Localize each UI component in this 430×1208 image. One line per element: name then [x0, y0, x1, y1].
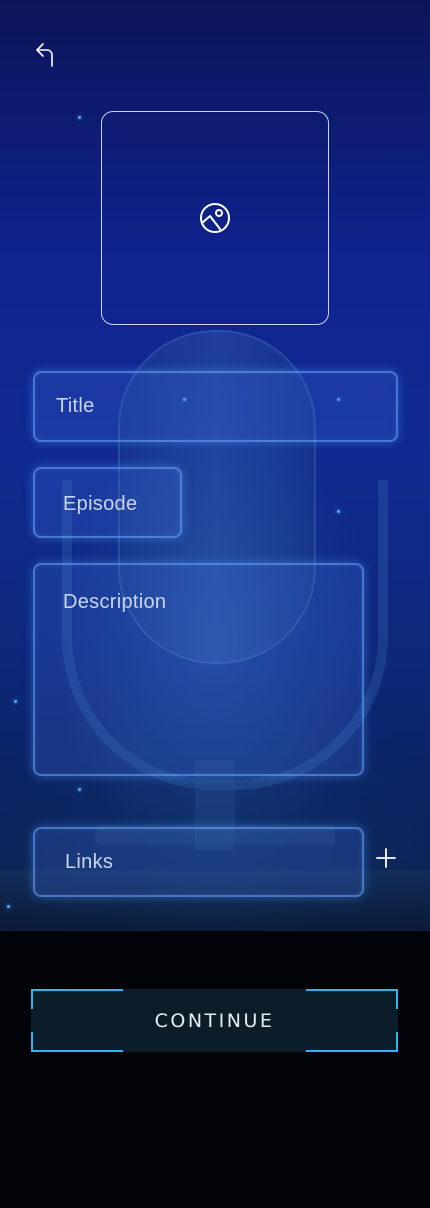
title-input[interactable]: Title	[33, 371, 398, 442]
episode-placeholder: Episode	[63, 493, 138, 515]
sparkle-decoration	[7, 905, 10, 908]
description-placeholder: Description	[63, 591, 167, 613]
continue-button[interactable]: CONTINUE	[31, 989, 398, 1052]
sparkle-decoration	[78, 116, 81, 119]
sparkle-decoration	[78, 788, 81, 791]
sparkle-decoration	[14, 700, 17, 703]
episode-input[interactable]: Episode	[33, 467, 182, 538]
frame-corner	[306, 1032, 398, 1052]
title-placeholder: Title	[56, 395, 95, 417]
description-textarea[interactable]: Description	[33, 563, 364, 776]
add-link-button[interactable]	[373, 845, 399, 871]
frame-corner	[31, 1032, 123, 1052]
back-arrow-icon	[36, 43, 53, 67]
image-placeholder-icon	[200, 203, 230, 233]
plus-icon	[376, 848, 396, 868]
frame-corner	[31, 989, 123, 1009]
continue-label: CONTINUE	[154, 1009, 275, 1032]
frame-corner	[306, 989, 398, 1009]
back-button[interactable]	[30, 38, 62, 70]
links-input[interactable]: Links	[33, 827, 364, 897]
links-placeholder: Links	[65, 851, 114, 873]
cover-image-upload[interactable]	[101, 111, 329, 325]
sparkle-decoration	[337, 510, 340, 513]
